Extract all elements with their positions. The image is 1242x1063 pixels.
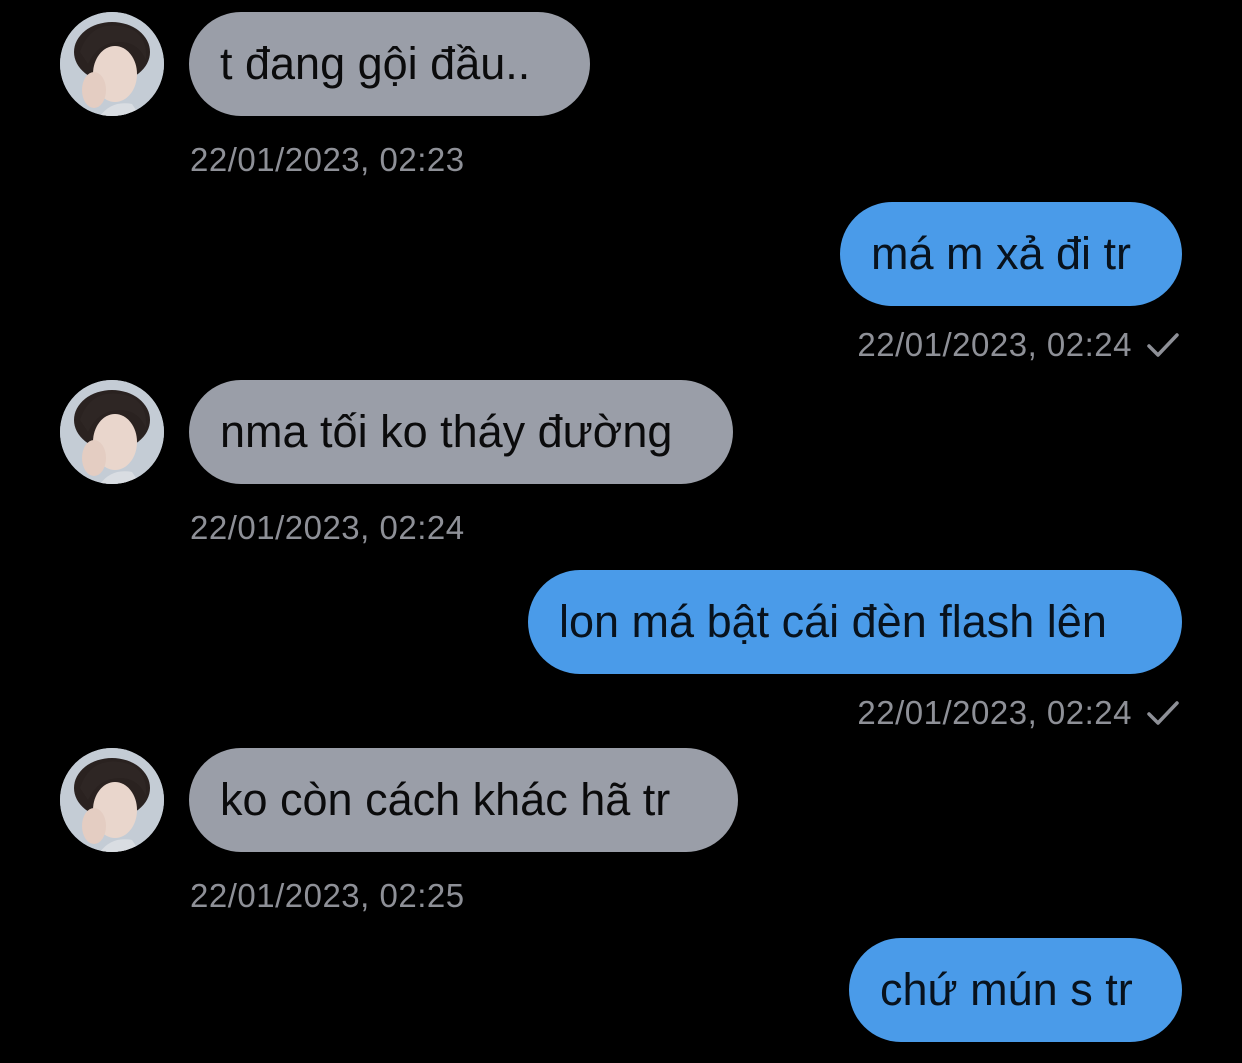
avatar-photo [60,748,164,852]
message-text: ko còn cách khác hã tr [220,774,671,825]
timestamp-text: 22/01/2023, 02:24 [857,326,1132,363]
message-text: má m xả đi tr [871,228,1132,279]
avatar[interactable] [60,748,164,852]
message-text: nma tối ko tháy đường [220,406,673,457]
message-timestamp: 22/01/2023, 02:24 [700,325,1180,365]
chat-thread[interactable]: t đang gội đầu.. 22/01/2023, 02:23 má m … [0,0,1242,1063]
check-icon [1147,333,1179,357]
timestamp-text: 22/01/2023, 02:24 [857,694,1132,731]
message-bubble-outgoing[interactable]: lon má bật cái đèn flash lên [528,570,1182,674]
timestamp-text: 22/01/2023, 02:24 [190,509,465,546]
check-icon [1147,701,1179,725]
message-bubble-incoming[interactable]: ko còn cách khác hã tr [189,748,738,852]
timestamp-text: 22/01/2023, 02:25 [190,877,465,914]
avatar-photo [60,380,164,484]
message-bubble-incoming[interactable]: nma tối ko tháy đường [189,380,733,484]
message-bubble-incoming[interactable]: t đang gội đầu.. [189,12,590,116]
avatar[interactable] [60,12,164,116]
message-timestamp: 22/01/2023, 02:23 [190,140,465,180]
message-timestamp: 22/01/2023, 02:25 [190,876,465,916]
message-timestamp: 22/01/2023, 02:24 [190,508,465,548]
message-bubble-outgoing[interactable]: má m xả đi tr [840,202,1182,306]
message-timestamp: 22/01/2023, 02:24 [700,693,1180,733]
avatar-photo [60,12,164,116]
message-text: lon má bật cái đèn flash lên [559,596,1107,647]
avatar[interactable] [60,380,164,484]
timestamp-text: 22/01/2023, 02:23 [190,141,465,178]
message-bubble-outgoing[interactable]: chứ mún s tr [849,938,1182,1042]
message-text: t đang gội đầu.. [220,38,531,89]
message-text: chứ mún s tr [880,964,1133,1015]
